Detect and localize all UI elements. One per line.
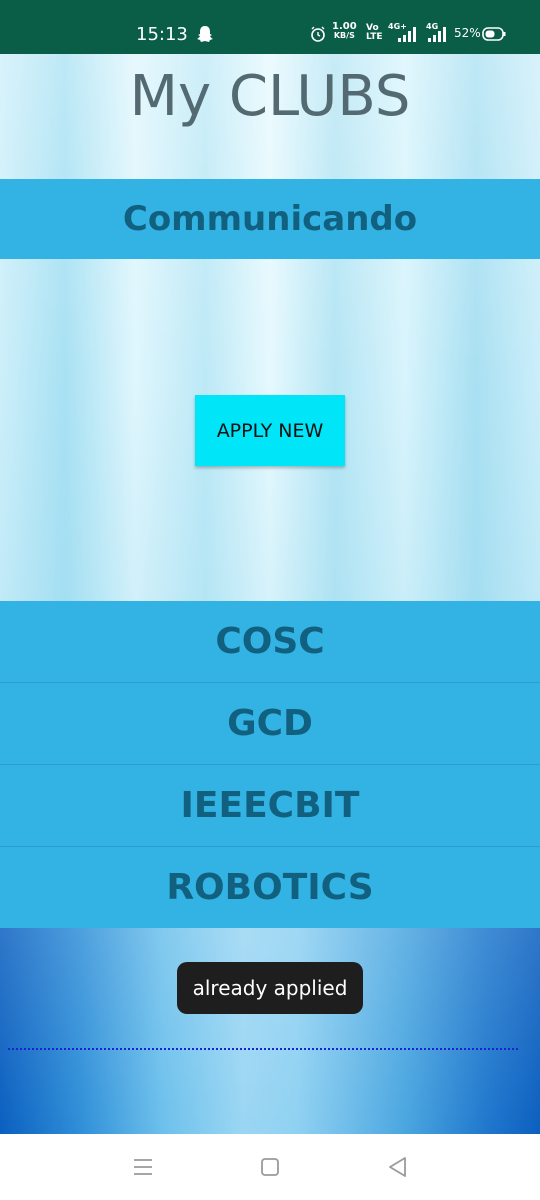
link-text-line bbox=[8, 1048, 518, 1050]
back-icon[interactable] bbox=[385, 1154, 411, 1180]
club-item-robotics[interactable]: ROBOTICS bbox=[0, 847, 540, 929]
menu-icon[interactable] bbox=[130, 1154, 156, 1180]
network-speed: 1.00 KB/S bbox=[332, 21, 357, 41]
signal-icon: 4G+ bbox=[388, 22, 418, 44]
battery-icon bbox=[482, 27, 506, 41]
apply-new-button[interactable]: APPLY NEW bbox=[195, 395, 345, 466]
club-item-cosc[interactable]: COSC bbox=[0, 601, 540, 683]
club-item-gcd[interactable]: GCD bbox=[0, 683, 540, 765]
network-speed-value: 1.00 bbox=[332, 21, 357, 32]
club-list: COSC GCD IEEECBIT ROBOTICS bbox=[0, 601, 540, 929]
network-speed-unit: KB/S bbox=[333, 31, 355, 40]
status-bar: 15:13 1.00 KB/S Vo LTE 4G+ 4G 52% bbox=[0, 0, 540, 54]
volte-bottom: LTE bbox=[366, 32, 383, 42]
battery-percent: 52% bbox=[454, 26, 481, 40]
current-club-banner: Communicando bbox=[0, 179, 540, 259]
home-icon[interactable] bbox=[257, 1154, 283, 1180]
page-title: My CLUBS bbox=[129, 64, 411, 129]
status-time: 15:13 bbox=[136, 24, 188, 45]
signal-icon: 4G bbox=[424, 22, 450, 44]
bottom-background-panel bbox=[0, 928, 540, 1134]
alarm-icon bbox=[311, 26, 325, 42]
club-item-label: ROBOTICS bbox=[166, 867, 374, 908]
club-item-ieeecbit[interactable]: IEEECBIT bbox=[0, 765, 540, 847]
volte-indicator: Vo LTE bbox=[366, 24, 383, 42]
snapchat-icon bbox=[197, 26, 213, 42]
club-item-label: GCD bbox=[227, 703, 313, 744]
club-item-label: COSC bbox=[215, 621, 325, 662]
club-item-label: IEEECBIT bbox=[180, 785, 360, 826]
toast-message: already applied bbox=[177, 962, 363, 1014]
navigation-bar bbox=[0, 1134, 540, 1200]
current-club-name: Communicando bbox=[122, 199, 418, 239]
